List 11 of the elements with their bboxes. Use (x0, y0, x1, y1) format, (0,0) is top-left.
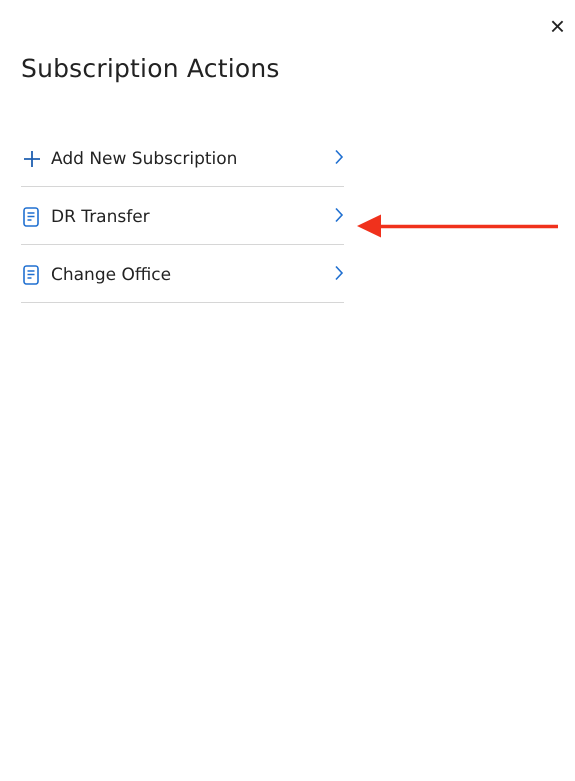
chevron-right-icon (334, 206, 344, 222)
close-button[interactable]: × (546, 14, 569, 30)
document-icon (23, 264, 39, 284)
plus-icon (23, 150, 41, 168)
action-item[interactable]: Change Office (21, 245, 344, 303)
chevron-right-icon (334, 148, 344, 164)
panel-title: Subscription Actions (21, 54, 281, 83)
chevron-right-icon (334, 264, 344, 280)
action-item[interactable]: DR Transfer (21, 187, 344, 245)
document-icon (23, 206, 39, 226)
action-item[interactable]: Add New Subscription (21, 129, 344, 187)
